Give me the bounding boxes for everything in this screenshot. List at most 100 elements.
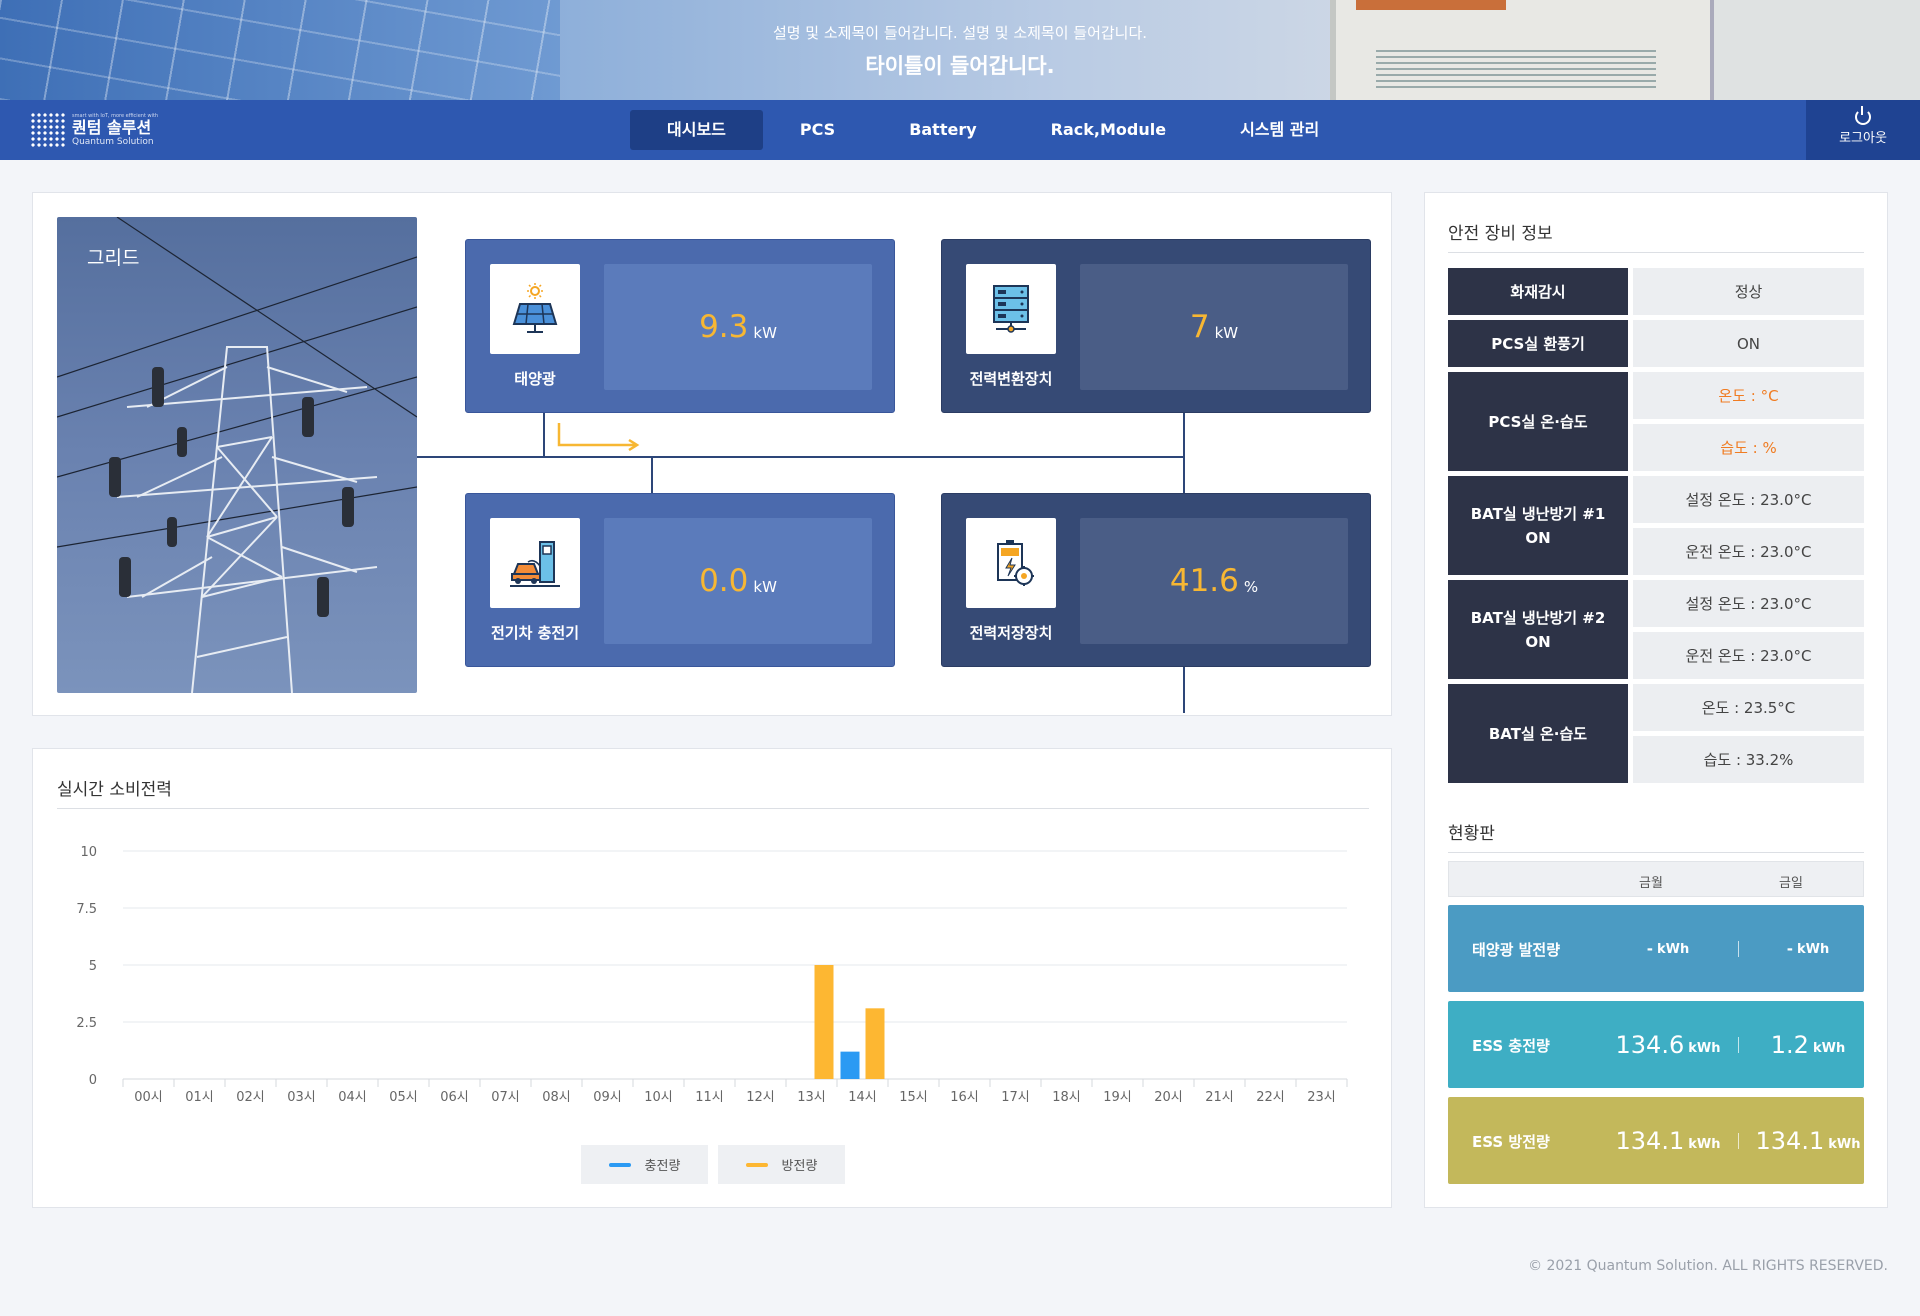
banner-subtitle: 설명 및 소제목이 들어갑니다. 설명 및 소제목이 들어갑니다. [772, 24, 1148, 42]
vent-value: ON [1633, 320, 1864, 367]
energy-flow-card: 그리드 태양광 9.3 kW 전력변환장치 7 kW 전기차 충전기 0.0 k… [32, 192, 1392, 716]
ev-value: 0.0 [699, 563, 749, 599]
x-tick-label: 03시 [287, 1090, 316, 1105]
bat2-state: ON [1525, 632, 1551, 651]
top-banner: 설명 및 소제목이 들어갑니다. 설명 및 소제목이 들어갑니다. 타이틀이 들… [0, 0, 1920, 100]
status-header: 금월 금일 [1448, 861, 1864, 897]
x-tick-label: 09시 [593, 1090, 622, 1105]
power-bar-chart: 10 7.5 5 2.5 0 00시 01시 02시 03시 04시 05시 06시 07시 08시 09시… [76, 845, 1348, 1105]
server-rack-icon [966, 264, 1056, 354]
ess-unit: % [1243, 578, 1259, 596]
logout-button[interactable]: 로그아웃 [1806, 100, 1920, 160]
bar-discharge [814, 965, 834, 1079]
legend-discharge-label: 방전량 [781, 1159, 818, 1174]
solar-panel-icon [490, 264, 580, 354]
banner-title: 타이틀이 들어갑니다. [865, 54, 1055, 78]
bat2-label: BAT실 냉난방기 #2 ON [1448, 580, 1628, 679]
pcs-unit: kW [1214, 324, 1239, 342]
legend-charge[interactable]: 충전량 [581, 1145, 708, 1184]
bat-temp-value: 온도 : 23.5°C [1633, 684, 1864, 731]
bat1-name: BAT실 냉난방기 #1 [1470, 504, 1606, 523]
x-tick-label: 04시 [338, 1090, 367, 1105]
y-tick-label: 0 [89, 1073, 97, 1088]
unit-label: kWh [1688, 1041, 1721, 1056]
ess-discharge-month: 134.1 [1615, 1126, 1685, 1155]
realtime-power-card: 실시간 소비전력 10 7.5 5 2.5 0 00시 01시 02시 03시 04시 05시 06시… [32, 748, 1392, 1208]
safety-divider [1448, 252, 1864, 253]
legend-discharge-swatch [745, 1162, 768, 1167]
fire-value: 정상 [1633, 268, 1864, 315]
status-title: 현황판 [1448, 824, 1495, 844]
pcs-temp-value: 온도 : °C [1633, 372, 1864, 419]
power-icon [1855, 106, 1871, 125]
nav-item-rack-module[interactable]: Rack,Module [1014, 110, 1203, 150]
ess-value: 41.6 [1169, 563, 1239, 599]
x-tick-label: 06시 [440, 1090, 469, 1105]
solar-box[interactable]: 태양광 9.3 kW [465, 239, 895, 413]
bat2-run-temp: 운전 온도 : 23.0°C [1633, 632, 1864, 679]
unit-label: kWh [1796, 942, 1830, 957]
y-tick-label: 5 [89, 959, 97, 974]
x-tick-label: 13시 [797, 1090, 826, 1105]
ess-box[interactable]: 전력저장장치 41.6 % [941, 493, 1371, 667]
solar-value: 9.3 [699, 309, 749, 345]
y-tick-label: 2.5 [76, 1016, 97, 1031]
ess-charge-label: ESS 충전량 [1472, 1037, 1550, 1055]
battery-icon [966, 518, 1056, 608]
ess-charge-today: 1.2 [1770, 1030, 1809, 1059]
x-tick-label: 22시 [1256, 1090, 1285, 1105]
y-tick-label: 7.5 [76, 902, 97, 917]
unit-label: kWh [1828, 1137, 1861, 1152]
pcs-label: 전력변환장치 [969, 370, 1053, 388]
x-tick-label: 00시 [134, 1090, 163, 1105]
ev-value-panel: 0.0 kW [604, 518, 872, 644]
x-tick-label: 21시 [1205, 1090, 1234, 1105]
pcs-value-panel: 7 kW [1080, 264, 1348, 390]
grid-panel: 그리드 [57, 217, 417, 693]
bat1-label: BAT실 냉난방기 #1 ON [1448, 476, 1628, 575]
status-col-today: 금일 [1779, 876, 1803, 891]
y-tick-label: 10 [80, 845, 97, 860]
ev-unit: kW [753, 578, 777, 596]
pcs-hum-value: 습도 : % [1633, 424, 1864, 471]
legend-discharge[interactable]: 방전량 [718, 1145, 845, 1184]
ev-charger-box[interactable]: 전기차 충전기 0.0 kW [465, 493, 895, 667]
vent-label: PCS실 환풍기 [1448, 320, 1628, 367]
nav-item-pcs[interactable]: PCS [763, 110, 872, 150]
ev-charger-label: 전기차 충전기 [490, 624, 580, 642]
power-tower-image [57, 217, 417, 693]
nav-item-dashboard[interactable]: 대시보드 [630, 110, 763, 150]
bar-charge [840, 1051, 860, 1079]
ess-discharge-label: ESS 방전량 [1472, 1133, 1550, 1151]
x-tick-label: 02시 [236, 1090, 265, 1105]
solar-generation-row: 태양광 발전량 - kWh - kWh [1448, 905, 1864, 992]
ess-charge-row: ESS 충전량 134.6 kWh 1.2 kWh [1448, 1001, 1864, 1088]
connector-line [417, 456, 1185, 458]
x-tick-label: 17시 [1001, 1090, 1030, 1105]
bat2-name: BAT실 냉난방기 #2 [1470, 608, 1606, 627]
x-tick-label: 08시 [542, 1090, 571, 1105]
x-tick-label: 19시 [1103, 1090, 1132, 1105]
logo-name-en: Quantum Solution [72, 137, 154, 147]
ess-discharge-row: ESS 방전량 134.1 kWh 134.1 kWh [1448, 1097, 1864, 1184]
status-col-month: 금월 [1639, 876, 1663, 891]
bat-th-label: BAT실 온·습도 [1448, 684, 1628, 783]
logout-label: 로그아웃 [1839, 131, 1887, 146]
side-panel: 안전 장비 정보 화재감시 정상 PCS실 환풍기 ON PCS실 온·습도 온… [1424, 192, 1888, 1208]
solar-generation-label: 태양광 발전량 [1472, 941, 1561, 959]
solar-generation-today: - [1786, 939, 1793, 958]
unit-label: kWh [1688, 1137, 1721, 1152]
pcs-box[interactable]: 전력변환장치 7 kW [941, 239, 1371, 413]
legend-charge-swatch [608, 1162, 631, 1167]
x-tick-label: 20시 [1154, 1090, 1183, 1105]
x-tick-label: 05시 [389, 1090, 418, 1105]
nav-item-battery[interactable]: Battery [872, 110, 1013, 150]
pcs-th-label: PCS실 온·습도 [1448, 372, 1628, 471]
fire-label: 화재감시 [1448, 268, 1628, 315]
nav-item-system[interactable]: 시스템 관리 [1203, 110, 1356, 150]
connector-line [651, 457, 653, 495]
bat1-run-temp: 운전 온도 : 23.0°C [1633, 528, 1864, 575]
logo[interactable]: smart with IoT, more efficient with 퀀텀 솔… [30, 112, 158, 148]
ess-charge-month: 134.6 [1615, 1030, 1685, 1059]
bar-discharge [865, 1008, 885, 1079]
